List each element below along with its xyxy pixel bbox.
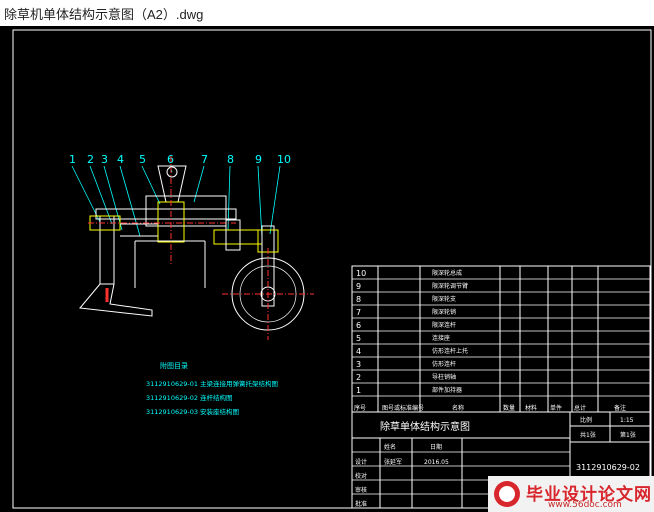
drawing-title: 除草单体结构示意图: [380, 420, 470, 433]
header-remark: 备注: [614, 404, 626, 412]
part-name: 限深轮调节臂: [432, 282, 468, 290]
part-name: 导柱销轴: [432, 373, 456, 381]
attached-item: 3112910629-01 主梁连接用弹簧托架结构图: [146, 379, 278, 388]
weeder-assembly: [79, 156, 314, 340]
blade: [79, 283, 153, 317]
header-date: 日期: [430, 443, 442, 451]
sheet-number: 第1张: [620, 431, 636, 439]
check-label: 校对: [355, 472, 367, 480]
window-titlebar: 除草机单体结构示意图（A2）.dwg: [0, 0, 654, 26]
part-number: 8: [356, 295, 361, 304]
part-name: 限深连杆: [432, 321, 456, 329]
callout-label: 4: [117, 153, 124, 166]
designer-label: 设计: [355, 458, 367, 466]
part-number: 2: [356, 373, 361, 382]
part-number: 10: [356, 269, 366, 278]
shank: [99, 215, 115, 285]
scale-value: 1:15: [620, 417, 634, 424]
depth-arm: [213, 229, 263, 245]
review-label: 审核: [355, 486, 367, 494]
part-number: 3: [356, 360, 361, 369]
parts-list-border: [351, 265, 651, 413]
attached-heading: 附图目录: [160, 361, 188, 370]
watermark-url: www.56doc.com: [548, 500, 622, 510]
callout-leader: [257, 165, 263, 239]
header-person: 姓名: [384, 443, 396, 451]
part-name: 连接座: [432, 334, 450, 342]
drawing-frame: [12, 29, 652, 509]
part-number: 1: [356, 386, 361, 395]
drawing-canvas[interactable]: 12345678910: [0, 26, 654, 512]
part-number: 7: [356, 308, 361, 317]
parts-list-table: 10 限深轮总成 9 限深轮调节臂 8 限深轮支 7 限深轮销 6 限深连杆 5 连接座 4 仿形连杆上托…: [351, 265, 651, 413]
callout-leader: [269, 165, 281, 235]
design-date: 2016.05: [424, 459, 449, 466]
part-name: 限深轮销: [432, 308, 456, 316]
header-weight: 单件: [550, 404, 562, 412]
part-name: 部件加持器: [432, 386, 462, 394]
callout-label: 3: [101, 153, 108, 166]
part-number: 6: [356, 321, 361, 330]
callout-leader: [89, 165, 113, 225]
part-number: 4: [356, 347, 361, 356]
cad-viewport[interactable]: 12345678910: [0, 26, 654, 512]
header-total: 总计: [574, 404, 586, 412]
designer-name: 张延军: [384, 458, 402, 466]
callout-label: 5: [139, 153, 146, 166]
watermark-logo-icon: [494, 481, 520, 507]
drawing-number: 3112910629-02: [576, 463, 640, 472]
callout-leader: [103, 165, 123, 231]
header-material: 材料: [525, 404, 537, 412]
part-name: 仿形连杆上托: [432, 347, 468, 355]
approve-label: 批准: [355, 500, 367, 508]
part-name: 限深轮总成: [432, 269, 462, 277]
scale-label: 比例: [580, 416, 592, 424]
window-title: 除草机单体结构示意图（A2）.dwg: [4, 7, 204, 22]
callout-leader: [119, 165, 141, 237]
callout-label: 1: [69, 153, 76, 166]
callout-label: 8: [227, 153, 234, 166]
header-no: 序号: [354, 404, 366, 412]
attached-drawings: 附图目录 3112910629-01 主梁连接用弹簧托架结构图 31129106…: [146, 361, 278, 416]
callout-leader: [141, 165, 161, 205]
callout-label: 2: [87, 153, 94, 166]
header-code: 图号或标准编号: [382, 404, 424, 412]
part-number: 9: [356, 282, 361, 291]
attached-item: 3112910629-02 连杆结构图: [146, 393, 233, 402]
header-name: 名称: [452, 404, 464, 412]
callout-label: 10: [277, 153, 291, 166]
sheet-count-label: 共1张: [580, 431, 596, 439]
part-name: 限深轮支: [432, 295, 456, 303]
main-beam: [95, 208, 237, 220]
part-name: 仿形连杆: [432, 360, 456, 368]
callout-leader: [193, 165, 205, 203]
watermark: 毕业设计论文网 www.56doc.com: [488, 476, 654, 512]
attached-item: 3112910629-03 安装座结构图: [146, 407, 239, 416]
callout-label: 9: [255, 153, 262, 166]
callout-label: 7: [201, 153, 208, 166]
part-number: 5: [356, 334, 361, 343]
header-qty: 数量: [503, 404, 515, 412]
